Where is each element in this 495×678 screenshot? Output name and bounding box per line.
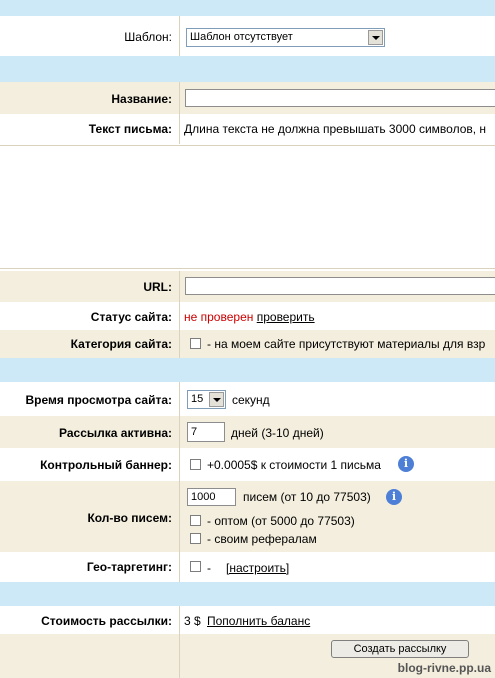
divider <box>179 481 180 552</box>
referrals-text: - своим рефералам <box>207 532 317 546</box>
info-icon[interactable]: i <box>398 456 414 472</box>
status-label: Статус сайта: <box>90 310 172 324</box>
control-banner-checkbox[interactable] <box>190 459 201 470</box>
create-mailing-button[interactable]: Создать рассылку <box>331 640 469 658</box>
view-time-unit: секунд <box>232 393 270 407</box>
title-row: Название: <box>0 82 495 114</box>
status-row: Статус сайта: не проверен проверить <box>0 302 495 330</box>
count-input[interactable] <box>187 488 236 506</box>
text-hint: Длина текста не должна превышать 3000 си… <box>184 122 487 136</box>
divider <box>179 114 180 144</box>
view-time-select[interactable]: 15 <box>187 390 226 409</box>
divider <box>179 606 180 634</box>
category-row: Категория сайта: - на моем сайте присутс… <box>0 330 495 358</box>
cost-row: Стоимость рассылки: 3 $ Пополнить баланс <box>0 606 495 634</box>
geo-configure-link[interactable]: [настроить] <box>226 561 289 575</box>
view-time-selected-value: 15 <box>191 393 204 405</box>
divider <box>0 268 495 269</box>
divider <box>179 634 180 678</box>
category-label: Категория сайта: <box>70 337 172 351</box>
divider <box>179 416 180 448</box>
count-range: писем (от 10 до 77503) <box>243 490 371 504</box>
referrals-checkbox[interactable] <box>190 533 201 544</box>
info-icon[interactable]: i <box>386 489 402 505</box>
view-time-row: Время просмотра сайта: 15 секунд <box>0 382 495 416</box>
separator-bar <box>0 56 495 82</box>
active-row: Рассылка активна: дней (3-10 дней) <box>0 416 495 448</box>
status-value: не проверен <box>184 310 254 324</box>
title-input[interactable] <box>185 89 495 107</box>
active-unit: дней (3-10 дней) <box>231 426 324 440</box>
geo-row: Гео-таргетинг: - [настроить] <box>0 552 495 582</box>
divider <box>179 82 180 114</box>
watermark: blog-rivne.pp.ua <box>397 661 491 675</box>
divider <box>179 448 180 481</box>
separator-bar <box>0 0 495 16</box>
geo-label: Гео-таргетинг: <box>86 560 172 574</box>
count-row: Кол-во писем: писем (от 10 до 77503) i -… <box>0 481 495 552</box>
divider <box>179 330 180 358</box>
chevron-down-icon[interactable] <box>209 392 224 407</box>
divider <box>179 16 180 56</box>
template-selected-value: Шаблон отсутствует <box>190 31 293 43</box>
divider <box>179 382 180 416</box>
active-label: Рассылка активна: <box>59 426 172 440</box>
url-input[interactable] <box>185 277 495 295</box>
geo-dash: - <box>207 561 211 575</box>
geo-targeting-checkbox[interactable] <box>190 561 201 572</box>
view-time-label: Время просмотра сайта: <box>25 393 172 407</box>
category-text: - на моем сайте присутствуют материалы д… <box>207 337 486 351</box>
separator-bar <box>0 358 495 382</box>
divider <box>179 552 180 582</box>
check-status-link[interactable]: проверить <box>257 310 315 324</box>
chevron-down-icon[interactable] <box>368 30 383 45</box>
title-label: Название: <box>111 92 172 106</box>
wholesale-text: - оптом (от 5000 до 77503) <box>207 514 355 528</box>
template-select[interactable]: Шаблон отсутствует <box>186 28 385 47</box>
template-row: Шаблон: Шаблон отсутствует <box>0 16 495 56</box>
text-label: Текст письма: <box>88 122 172 136</box>
url-label: URL: <box>143 280 172 294</box>
separator-bar <box>0 582 495 606</box>
cost-label: Стоимость рассылки: <box>41 614 172 628</box>
text-row: Текст письма: Длина текста не должна пре… <box>0 114 495 144</box>
adult-content-checkbox[interactable] <box>190 338 201 349</box>
banner-row: Контрольный баннер: +0.0005$ к стоимости… <box>0 448 495 481</box>
message-textarea[interactable] <box>0 146 495 268</box>
active-days-input[interactable] <box>187 422 225 442</box>
banner-label: Контрольный баннер: <box>40 458 172 472</box>
wholesale-checkbox[interactable] <box>190 515 201 526</box>
url-row: URL: <box>0 271 495 302</box>
top-up-balance-link[interactable]: Пополнить баланс <box>207 614 310 628</box>
banner-text: +0.0005$ к стоимости 1 письма <box>207 458 381 472</box>
cost-value: 3 $ <box>184 614 201 628</box>
divider <box>179 271 180 302</box>
divider <box>179 302 180 330</box>
count-label: Кол-во писем: <box>87 511 172 525</box>
template-label: Шаблон: <box>124 30 172 44</box>
